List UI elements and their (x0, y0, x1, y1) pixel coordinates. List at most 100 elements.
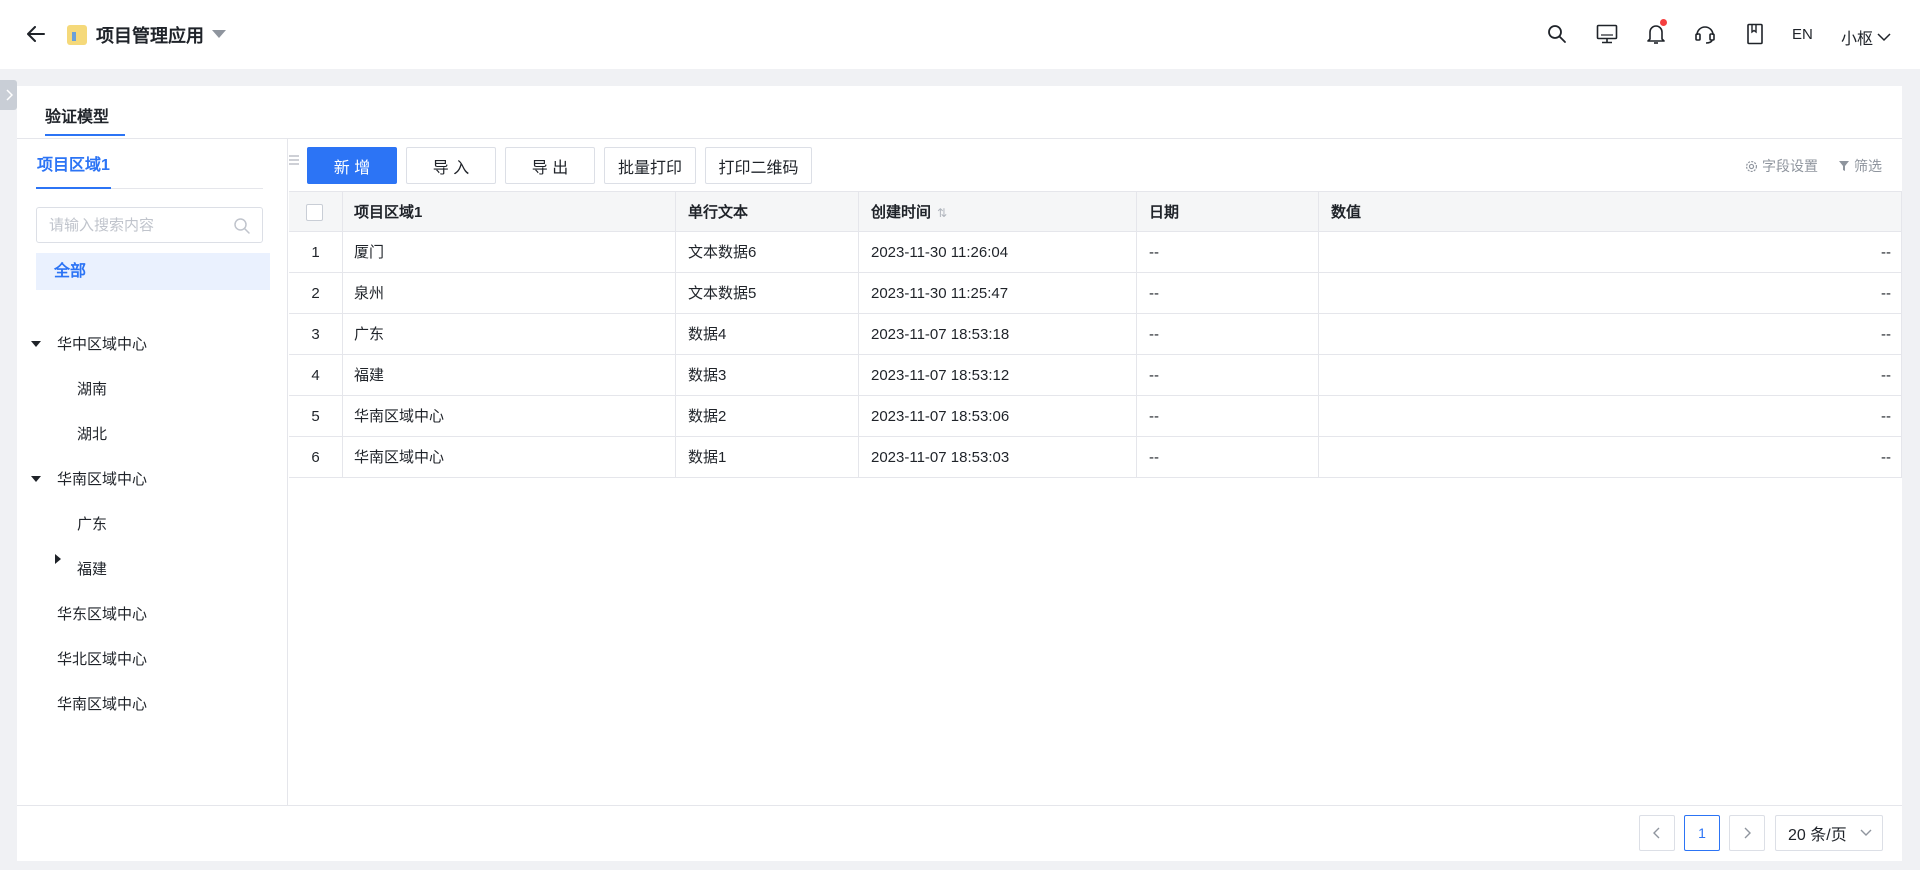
cell-text: 数据3 (676, 355, 859, 396)
divider (17, 805, 1902, 806)
tree-item-hubei[interactable]: 湖北 (77, 424, 107, 446)
drag-handle-icon[interactable] (287, 153, 301, 167)
main-card: 验证模型 项目区域1 全部 华中区域中心 湖南 湖北 华南区域中心 广东 福建 … (17, 86, 1902, 861)
filter-button[interactable]: 筛选 (1838, 156, 1882, 176)
table-header-row: 项目区域1 单行文本 创建时间 ⇅ 日期 数值 (289, 191, 1902, 233)
tree-item-south-china-2[interactable]: 华南区域中心 (57, 694, 147, 716)
page-number-button[interactable]: 1 (1684, 815, 1720, 851)
page-size-value: 20 条/页 (1788, 827, 1847, 844)
column-header-date[interactable]: 日期 (1137, 192, 1319, 233)
tree-item-guangdong[interactable]: 广东 (77, 514, 107, 536)
print-qrcode-button[interactable]: 打印二维码 (705, 147, 812, 184)
row-index: 1 (289, 232, 343, 273)
sort-icon[interactable]: ⇅ (937, 193, 947, 233)
sidebar-expand-handle[interactable] (0, 80, 17, 110)
app-logo-icon (67, 25, 87, 45)
page-size-select[interactable]: 20 条/页 (1775, 815, 1883, 851)
tab-active-indicator (36, 187, 111, 189)
cell-text: 文本数据6 (676, 232, 859, 273)
language-switch[interactable]: EN (1792, 26, 1813, 43)
caret-right-icon[interactable] (55, 554, 61, 564)
cell-area: 广东 (343, 314, 676, 355)
tree-item-fujian[interactable]: 福建 (77, 559, 107, 581)
add-button[interactable]: 新 增 (307, 147, 397, 184)
filter-icon (1839, 161, 1849, 171)
table-row[interactable]: 5 华南区域中心 数据2 2023-11-07 18:53:06 -- -- (289, 396, 1902, 437)
book-icon[interactable] (1743, 22, 1767, 46)
column-header-created-label: 创建时间 (871, 204, 932, 221)
cell-value: -- (1319, 355, 1902, 396)
table-row[interactable]: 2 泉州 文本数据5 2023-11-30 11:25:47 -- -- (289, 273, 1902, 314)
cell-created: 2023-11-07 18:53:03 (859, 437, 1137, 478)
headset-icon[interactable] (1693, 22, 1717, 46)
user-menu[interactable]: 小枢 (1841, 25, 1891, 49)
cell-text: 数据4 (676, 314, 859, 355)
row-index: 3 (289, 314, 343, 355)
table-row[interactable]: 6 华南区域中心 数据1 2023-11-07 18:53:03 -- -- (289, 437, 1902, 478)
monitor-icon[interactable] (1595, 22, 1619, 46)
column-header-value[interactable]: 数值 (1319, 192, 1902, 233)
cell-date: -- (1137, 396, 1319, 437)
chevron-right-icon (1744, 827, 1751, 839)
tree-item-south-china[interactable]: 华南区域中心 (57, 469, 147, 491)
column-header-text[interactable]: 单行文本 (676, 192, 859, 233)
cell-created: 2023-11-07 18:53:06 (859, 396, 1137, 437)
cell-value: -- (1319, 396, 1902, 437)
caret-down-icon[interactable] (31, 341, 41, 347)
back-arrow-icon[interactable] (24, 22, 48, 46)
cell-date: -- (1137, 273, 1319, 314)
import-button[interactable]: 导 入 (406, 147, 496, 184)
cell-area: 华南区域中心 (343, 437, 676, 478)
header-select-cell (289, 192, 343, 233)
tree-item-all[interactable]: 全部 (36, 253, 270, 290)
cell-created: 2023-11-07 18:53:12 (859, 355, 1137, 396)
cell-text: 文本数据5 (676, 273, 859, 314)
column-header-area[interactable]: 项目区域1 (343, 192, 676, 233)
tab-project-area[interactable]: 项目区域1 (37, 151, 110, 175)
chevron-left-icon (1653, 827, 1660, 839)
cell-date: -- (1137, 437, 1319, 478)
cell-area: 泉州 (343, 273, 676, 314)
prev-page-button[interactable] (1639, 815, 1675, 851)
row-index: 2 (289, 273, 343, 314)
chevron-down-icon (1860, 829, 1872, 836)
chevron-down-icon (1877, 33, 1891, 42)
cell-text: 数据2 (676, 396, 859, 437)
tab-validation-model[interactable]: 验证模型 (45, 103, 109, 127)
table-row[interactable]: 1 厦门 文本数据6 2023-11-30 11:26:04 -- -- (289, 232, 1902, 273)
cell-date: -- (1137, 355, 1319, 396)
export-button[interactable]: 导 出 (505, 147, 595, 184)
cell-created: 2023-11-30 11:25:47 (859, 273, 1137, 314)
tree-panel: 项目区域1 全部 华中区域中心 湖南 湖北 华南区域中心 广东 福建 华东区域中… (17, 139, 288, 805)
row-index: 5 (289, 396, 343, 437)
bell-icon[interactable] (1644, 19, 1668, 46)
dropdown-caret-icon[interactable] (212, 30, 226, 38)
table-row[interactable]: 3 广东 数据4 2023-11-07 18:53:18 -- -- (289, 314, 1902, 355)
chevron-right-icon (5, 89, 13, 101)
cell-text: 数据1 (676, 437, 859, 478)
row-index: 6 (289, 437, 343, 478)
row-index: 4 (289, 355, 343, 396)
column-header-created[interactable]: 创建时间 ⇅ (859, 192, 1137, 233)
search-icon[interactable] (1545, 22, 1569, 46)
tree-item-central-china[interactable]: 华中区域中心 (57, 334, 147, 356)
batch-print-button[interactable]: 批量打印 (604, 147, 696, 184)
caret-down-icon[interactable] (31, 476, 41, 482)
cell-value: -- (1319, 314, 1902, 355)
tree-item-east-china[interactable]: 华东区域中心 (57, 604, 147, 626)
tree-item-north-china[interactable]: 华北区域中心 (57, 649, 147, 671)
cell-created: 2023-11-07 18:53:18 (859, 314, 1137, 355)
table-row[interactable]: 4 福建 数据3 2023-11-07 18:53:12 -- -- (289, 355, 1902, 396)
user-name: 小枢 (1841, 31, 1874, 48)
field-settings-button[interactable]: 字段设置 (1745, 156, 1818, 176)
select-all-checkbox[interactable] (306, 204, 323, 221)
app-header: 项目管理应用 EN 小枢 (0, 0, 1920, 69)
tree-item-hunan[interactable]: 湖南 (77, 379, 107, 401)
search-icon[interactable] (233, 217, 251, 235)
cell-value: -- (1319, 437, 1902, 478)
tree-search-input[interactable] (36, 207, 263, 243)
cell-area: 福建 (343, 355, 676, 396)
cell-value: -- (1319, 232, 1902, 273)
app-title[interactable]: 项目管理应用 (96, 22, 204, 48)
next-page-button[interactable] (1729, 815, 1765, 851)
